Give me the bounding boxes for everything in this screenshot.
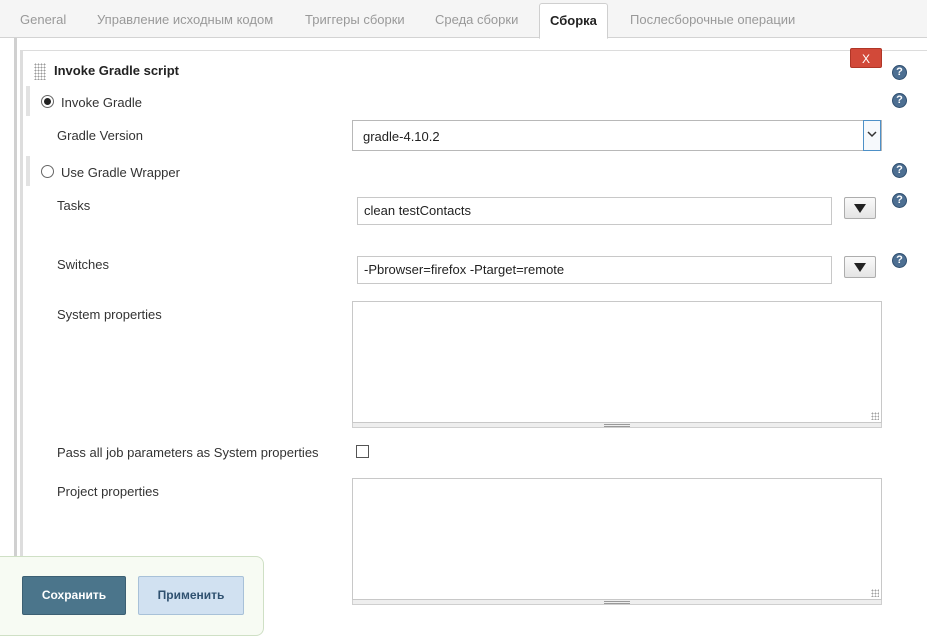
tab-build[interactable]: Сборка [539,3,608,39]
tab-build-environment[interactable]: Среда сборки [435,4,518,38]
tab-bar: General Управление исходным кодом Тригге… [0,0,927,39]
resize-grip-icon[interactable] [871,589,879,597]
system-properties-resize-bar[interactable] [352,423,882,428]
invoke-gradle-label: Invoke Gradle [61,95,142,110]
section-outer-border [14,38,17,619]
system-properties-label: System properties [57,307,162,322]
triangle-down-icon [854,263,866,272]
pass-params-checkbox[interactable] [356,445,369,458]
gradle-version-label: Gradle Version [57,128,143,143]
tasks-input[interactable]: clean testContacts [357,197,832,225]
tasks-expand-button[interactable] [844,197,876,219]
apply-button[interactable]: Применить [138,576,244,615]
resize-grip-icon [604,601,630,604]
resize-grip-icon[interactable] [871,412,879,420]
tab-source-control[interactable]: Управление исходным кодом [97,4,273,38]
radio-block-marker [26,86,30,116]
gradle-version-select[interactable]: gradle-4.10.2 [352,120,882,151]
section-top-border [20,50,927,51]
switches-input[interactable]: -Pbrowser=firefox -Ptarget=remote [357,256,832,284]
help-icon[interactable]: ? [892,253,907,268]
project-properties-label: Project properties [57,484,159,499]
system-properties-textarea[interactable] [352,301,882,423]
pass-params-label: Pass all job parameters as System proper… [57,445,319,460]
use-gradle-wrapper-label: Use Gradle Wrapper [61,165,180,180]
tab-general[interactable]: General [20,4,66,38]
switches-label: Switches [57,257,110,272]
chevron-down-icon[interactable] [863,120,881,151]
project-properties-resize-bar[interactable] [352,600,882,605]
drag-handle-icon[interactable] [34,63,46,80]
project-properties-textarea[interactable] [352,478,882,600]
radio-block-marker [26,156,30,186]
tasks-label: Tasks [57,198,91,213]
tab-build-triggers[interactable]: Триггеры сборки [305,4,405,38]
save-button[interactable]: Сохранить [22,576,126,615]
section-title: Invoke Gradle script [54,63,179,78]
delete-step-button[interactable]: X [850,48,882,68]
gradle-version-value: gradle-4.10.2 [363,129,440,144]
use-gradle-wrapper-radio[interactable] [41,165,54,178]
resize-grip-icon [604,424,630,427]
invoke-gradle-radio[interactable] [41,95,54,108]
switches-expand-button[interactable] [844,256,876,278]
help-icon[interactable]: ? [892,193,907,208]
help-icon[interactable]: ? [892,93,907,108]
help-icon[interactable]: ? [892,65,907,80]
tab-post-build[interactable]: Послесборочные операции [630,4,795,38]
section-inner-border [20,50,23,619]
help-icon[interactable]: ? [892,163,907,178]
triangle-down-icon [854,204,866,213]
